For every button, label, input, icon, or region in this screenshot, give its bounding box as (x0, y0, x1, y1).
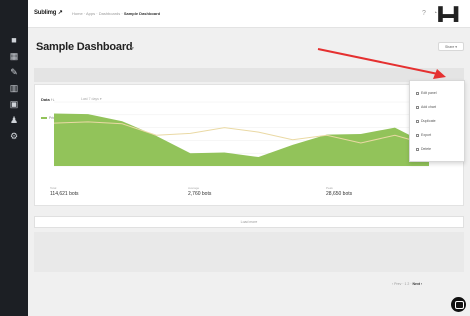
pencil-icon[interactable]: ✎ (9, 68, 19, 77)
help-icon[interactable]: ? (422, 10, 426, 17)
stat-value: 114,621 bots (50, 191, 79, 197)
stat-label: Total (50, 186, 57, 190)
gear-icon[interactable]: ⚙ (9, 132, 19, 141)
breadcrumb-current: Sample Dashboard (123, 11, 161, 16)
dashboard-icon[interactable]: ▥ (9, 84, 19, 93)
sidebar: ■ ▦ ✎ ▥ ▣ ♟ ⚙ (0, 0, 28, 316)
menu-bullet-icon (416, 91, 419, 95)
grid-icon[interactable]: ▣ (9, 100, 19, 109)
pager-prev[interactable]: ‹ Prev (392, 282, 401, 286)
menu-item-label: Delete (421, 147, 432, 151)
menu-bullet-icon (416, 133, 419, 137)
menu-item-label: Add chart (421, 105, 436, 109)
app-logo[interactable]: Sublimg ↗ (34, 9, 63, 16)
filter-bar (34, 68, 464, 82)
menu-item-export[interactable]: Export (416, 133, 431, 137)
stat-label: Peak (326, 186, 333, 190)
home-icon[interactable]: ■ (9, 36, 19, 45)
share-button[interactable]: Share ▾ (438, 42, 464, 51)
page-title: Sample Dashboard (36, 41, 133, 53)
menu-bullet-icon (416, 147, 419, 151)
stat-label: Average (188, 186, 200, 190)
menu-item-label: Export (421, 133, 432, 137)
top-bar: Sublimg ↗ Home · Apps · Dashboards · Sam… (28, 0, 470, 28)
panel-menu-dropdown: Edit panel Add chart Duplicate Export De… (409, 80, 465, 162)
menu-item-edit-panel[interactable]: Edit panel (416, 91, 437, 95)
menu-item-label: Edit panel (421, 91, 437, 95)
brand-logo-icon: ▐▬▌ (433, 6, 463, 21)
stat-total: Total 114,621 bots (50, 186, 79, 197)
apps-icon[interactable]: ▦ (9, 52, 19, 61)
breadcrumb-item[interactable]: Dashboards (99, 11, 121, 16)
menu-item-label: Duplicate (421, 119, 436, 123)
breadcrumb-item[interactable]: Home (72, 11, 83, 16)
breadcrumb-item[interactable]: Apps (86, 11, 95, 16)
load-more-button[interactable]: Load more (34, 216, 464, 228)
empty-panel-area (34, 232, 464, 272)
chat-icon[interactable] (451, 297, 466, 312)
menu-item-delete[interactable]: Delete (416, 147, 431, 151)
pager-next[interactable]: Next › (412, 282, 422, 286)
area-chart (53, 101, 430, 167)
stat-peak: Peak 28,650 bots (326, 186, 352, 197)
menu-bullet-icon (416, 119, 419, 123)
breadcrumb: Home · Apps · Dashboards · Sample Dashbo… (72, 11, 161, 16)
pagination: ‹ Prev · 1 2 · Next › (392, 282, 423, 286)
chevron-down-icon[interactable]: ▾ (131, 45, 134, 52)
menu-bullet-icon (416, 105, 419, 109)
user-icon[interactable]: ♟ (9, 116, 19, 125)
pager-pages[interactable]: 1 2 (404, 282, 409, 286)
stat-value: 2,760 bots (188, 191, 212, 197)
menu-item-duplicate[interactable]: Duplicate (416, 119, 436, 123)
menu-item-add-chart[interactable]: Add chart (416, 105, 436, 109)
stat-average: Average 2,760 bots (188, 186, 211, 197)
stat-value: 28,650 bots (326, 191, 353, 197)
